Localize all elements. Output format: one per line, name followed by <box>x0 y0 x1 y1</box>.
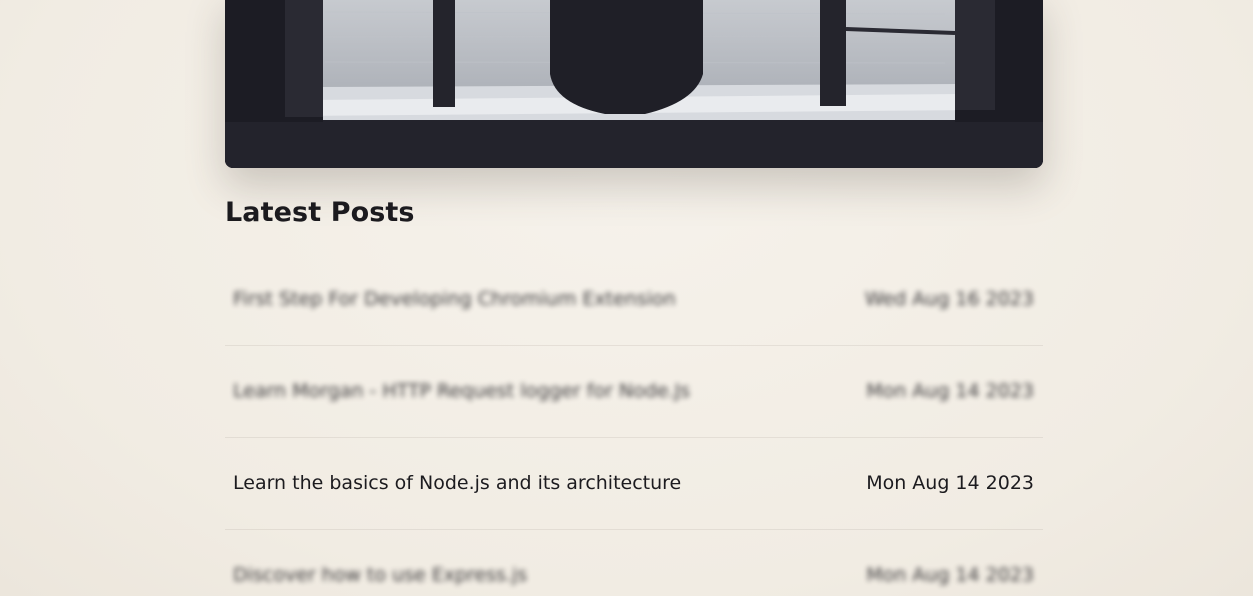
post-date: Mon Aug 14 2023 <box>866 564 1034 586</box>
post-date: Mon Aug 14 2023 <box>866 472 1034 494</box>
hero-image <box>225 0 1043 168</box>
posts-list: First Step For Developing Chromium Exten… <box>225 254 1043 596</box>
post-title[interactable]: Discover how to use Express.js <box>233 564 527 586</box>
post-item[interactable]: Learn the basics of Node.js and its arch… <box>225 438 1043 530</box>
post-item[interactable]: First Step For Developing Chromium Exten… <box>225 254 1043 346</box>
post-item[interactable]: Discover how to use Express.js Mon Aug 1… <box>225 530 1043 596</box>
post-title[interactable]: Learn Morgan - HTTP Request logger for N… <box>233 380 690 402</box>
post-title[interactable]: Learn the basics of Node.js and its arch… <box>233 472 681 494</box>
latest-posts-heading: Latest Posts <box>225 197 415 228</box>
post-date: Mon Aug 14 2023 <box>866 380 1034 402</box>
post-item[interactable]: Learn Morgan - HTTP Request logger for N… <box>225 346 1043 438</box>
hero-illustration <box>225 0 1043 168</box>
page: Latest Posts First Step For Developing C… <box>0 0 1253 596</box>
post-date: Wed Aug 16 2023 <box>864 288 1034 310</box>
post-title[interactable]: First Step For Developing Chromium Exten… <box>233 288 676 310</box>
